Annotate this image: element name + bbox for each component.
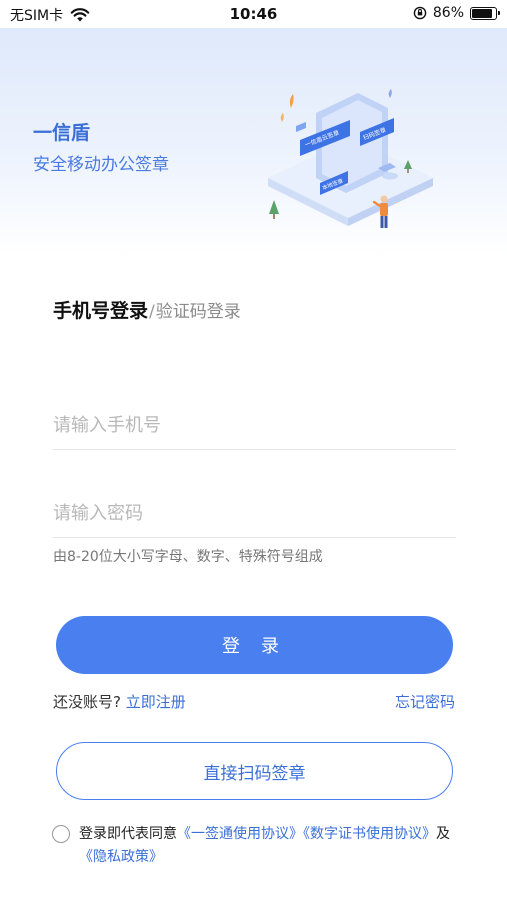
tab-code-login[interactable]: 验证码登录 [156,297,241,322]
agreement-text: 登录即代表同意《一签通使用协议》《数字证书使用协议》及《隐私政策》 [79,823,451,869]
agreement-checkbox[interactable] [52,825,70,843]
status-right: 86% [413,5,500,21]
app-slogan: 安全移动办公签章 [33,155,169,175]
agreement-conjunction: 及 [436,826,450,842]
status-bar: 无SIM卡 10:46 86% [0,0,507,28]
header-banner: 一信盾 安全移动办公签章 一信盾云签章 扫码签章 本地签章 [0,28,507,258]
password-field-container [53,490,456,538]
battery-icon [470,6,500,20]
register-row: 还没账号? 立即注册 [53,691,186,712]
app-name: 一信盾 [33,122,91,144]
password-hint: 由8-20位大小写字母、数字、特殊符号组成 [53,549,323,565]
tab-separator: / [149,302,155,322]
cert-agreement-link[interactable]: 《数字证书使用协议》 [303,826,436,842]
battery-percent: 86% [432,5,464,21]
rotation-lock-icon [413,6,427,20]
tab-phone-login[interactable]: 手机号登录 [53,296,148,323]
scan-sign-button[interactable]: 直接扫码签章 [56,742,453,800]
agreement-prefix: 登录即代表同意 [79,826,177,842]
register-link[interactable]: 立即注册 [126,693,186,711]
phone-field-container [53,402,456,450]
login-button[interactable]: 登 录 [56,616,453,674]
privacy-policy-link[interactable]: 《隐私政策》 [79,849,163,865]
forgot-password-link[interactable]: 忘记密码 [395,691,455,712]
password-input[interactable] [53,490,456,537]
login-mode-tabs: 手机号登录 / 验证码登录 [53,296,241,323]
phone-signing-illustration: 一信盾云签章 扫码签章 本地签章 [268,89,433,228]
no-account-text: 还没账号? [53,693,121,711]
phone-input[interactable] [53,402,456,449]
battery-level [472,8,492,18]
usage-agreement-link[interactable]: 《一签通使用协议》 [177,826,303,842]
